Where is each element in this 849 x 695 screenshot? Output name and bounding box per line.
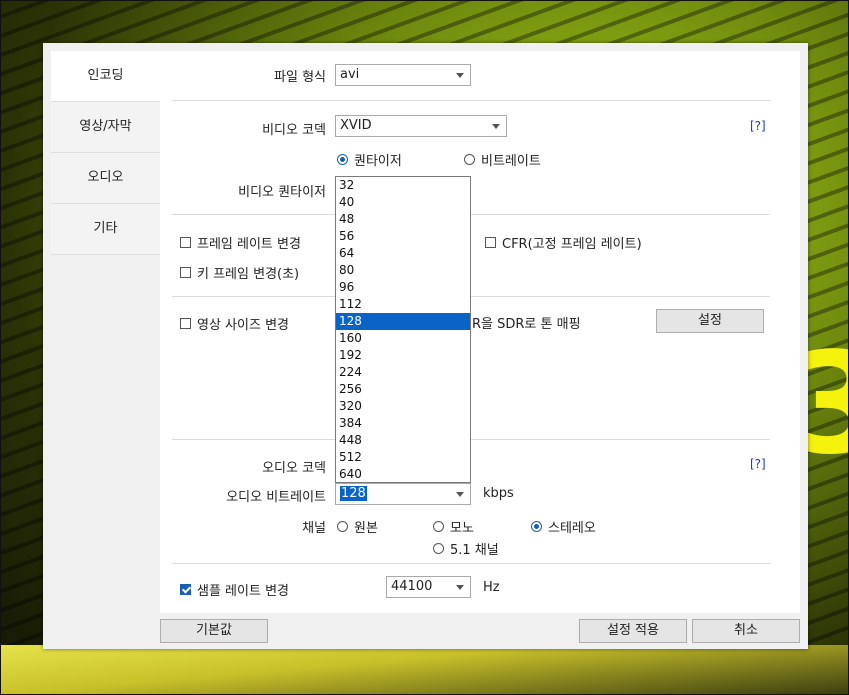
quantizer-option[interactable]: 384 xyxy=(336,415,470,432)
quantizer-option[interactable]: 224 xyxy=(336,364,470,381)
quantizer-option[interactable]: 112 xyxy=(336,296,470,313)
quantizer-option[interactable]: 56 xyxy=(336,228,470,245)
quantizer-option[interactable]: 160 xyxy=(336,330,470,347)
quantizer-option[interactable]: 256 xyxy=(336,381,470,398)
quantizer-option[interactable]: 40 xyxy=(336,194,470,211)
quantizer-option[interactable]: 192 xyxy=(336,347,470,364)
quantizer-option[interactable]: 96 xyxy=(336,279,470,296)
quantizer-option[interactable]: 512 xyxy=(336,449,470,466)
quantizer-option[interactable]: 48 xyxy=(336,211,470,228)
quantizer-option[interactable]: 640 xyxy=(336,466,470,483)
quantizer-option[interactable]: 320 xyxy=(336,398,470,415)
quantizer-option[interactable]: 64 xyxy=(336,245,470,262)
quantizer-option[interactable]: 448 xyxy=(336,432,470,449)
quantizer-option[interactable]: 32 xyxy=(336,177,470,194)
video-quantizer-dropdown-list[interactable]: 32 40 48 56 64 80 96 112 128 160 192 224 256 320 384 44… xyxy=(335,176,471,483)
quantizer-option[interactable]: 128 xyxy=(336,313,470,330)
quantizer-option[interactable]: 80 xyxy=(336,262,470,279)
